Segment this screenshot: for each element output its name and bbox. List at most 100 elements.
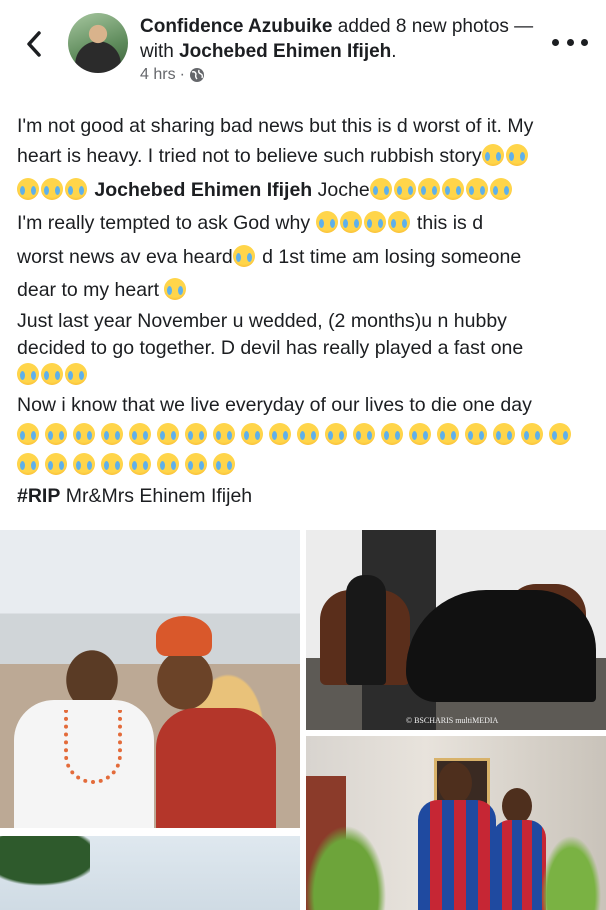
post-line: Jochebed Ehimen Ifijeh Joche xyxy=(17,174,597,208)
photo-couple-jerseys[interactable] xyxy=(306,736,606,910)
crying-emoji xyxy=(164,278,187,300)
crying-emoji xyxy=(17,423,39,445)
crying-emoji xyxy=(241,423,263,445)
tagged-person[interactable]: Jochebed Ehimen Ifijeh xyxy=(179,41,391,62)
crying-emoji xyxy=(157,423,179,445)
author-avatar[interactable] xyxy=(68,13,128,73)
crying-emoji xyxy=(381,423,403,445)
period: . xyxy=(391,41,397,62)
post-text-line: I'm not good at sharing bad news but thi… xyxy=(17,115,534,137)
more-dot-icon xyxy=(581,38,588,46)
crying-emoji xyxy=(441,177,464,200)
crying-emoji xyxy=(387,211,410,233)
post-line: worst news av eva heard d 1st time am lo… xyxy=(17,241,597,275)
crying-emoji xyxy=(185,423,207,445)
photo-detail xyxy=(64,710,122,784)
crying-emoji xyxy=(437,423,459,445)
crying-emoji xyxy=(41,177,63,200)
post-meta: 4 hrs · xyxy=(140,66,205,84)
crying-emoji xyxy=(549,423,571,445)
post-line: dear to my heart xyxy=(17,274,597,308)
crying-emoji xyxy=(409,423,431,445)
post-line: Now i know that we live everyday of our … xyxy=(17,389,597,423)
crying-emoji xyxy=(101,423,123,445)
crying-emoji xyxy=(213,453,235,475)
post-text-line: decided to go together. D devil has real… xyxy=(17,336,524,359)
crying-emoji xyxy=(17,362,39,385)
crying-emoji xyxy=(101,453,123,475)
post-line xyxy=(17,362,597,389)
post-header-text: Confidence Azubuike added 8 new photos —… xyxy=(140,14,540,64)
photo-detail xyxy=(0,836,90,910)
crying-emoji xyxy=(45,453,67,475)
crying-emoji xyxy=(185,453,207,475)
crying-emoji xyxy=(353,423,375,445)
crying-emoji xyxy=(315,211,338,233)
post-line xyxy=(17,422,597,449)
crying-emoji xyxy=(363,211,386,233)
photo-watermark: © BSCHARIS multiMEDIA xyxy=(406,716,499,725)
crying-emoji xyxy=(297,423,319,445)
photo-detail xyxy=(156,616,212,656)
crying-emoji xyxy=(465,177,488,200)
crying-emoji xyxy=(232,244,255,267)
post-text: I'm not good at sharing bad news but thi… xyxy=(17,113,597,510)
photo-grid: © BSCHARIS multiMEDIA xyxy=(0,530,606,910)
crying-emoji xyxy=(213,423,235,445)
more-dot-icon xyxy=(552,38,559,46)
photo-figure xyxy=(346,575,386,685)
post-line: Just last year November u wedded, (2 mon… xyxy=(17,308,597,335)
post-text-line: Mr&Mrs Ehinem Ifijeh xyxy=(60,484,253,507)
crying-emoji xyxy=(73,423,95,445)
crying-emoji xyxy=(65,362,87,385)
more-dot-icon xyxy=(566,38,574,46)
post-text-line: dear to my heart xyxy=(17,279,165,301)
author-name[interactable]: Confidence Azubuike xyxy=(140,16,332,37)
crying-emoji xyxy=(65,177,87,200)
meta-separator: · xyxy=(179,66,185,83)
crying-emoji xyxy=(369,177,392,200)
crying-emoji xyxy=(17,177,39,200)
photo-traditional-wedding[interactable] xyxy=(0,530,300,828)
crying-emoji xyxy=(269,423,291,445)
post-line: #RIP Mr&Mrs Ehinem Ifijeh xyxy=(17,483,597,510)
post-text-line: Joche xyxy=(312,178,370,201)
crying-emoji xyxy=(493,423,515,445)
photo-palm-trees[interactable] xyxy=(0,836,300,910)
photo-figure xyxy=(156,708,276,828)
post-line: decided to go together. D devil has real… xyxy=(17,335,597,362)
back-button[interactable] xyxy=(18,26,50,62)
crying-emoji xyxy=(17,453,39,475)
crying-emoji xyxy=(489,177,512,200)
post-text-line: worst news av eva heard xyxy=(17,245,233,268)
post-line xyxy=(17,449,597,483)
post-text-line: I'm really tempted to ask God why xyxy=(17,212,316,234)
photo-figure xyxy=(406,590,596,702)
hashtag-link[interactable]: #RIP xyxy=(17,485,60,507)
crying-emoji xyxy=(465,423,487,445)
crying-emoji xyxy=(45,423,67,445)
crying-emoji xyxy=(325,423,347,445)
crying-emoji xyxy=(505,144,528,166)
post-text-line: d 1st time am losing someone xyxy=(256,245,522,268)
crying-emoji xyxy=(157,453,179,475)
post-line: heart is heavy. I tried not to believe s… xyxy=(17,140,597,174)
crying-emoji xyxy=(129,423,151,445)
post-text-line: Just last year November u wedded, (2 mon… xyxy=(17,309,507,332)
crying-emoji xyxy=(417,177,440,200)
mention-link[interactable]: Jochebed Ehimen Ifijeh xyxy=(94,179,312,201)
crying-emoji xyxy=(129,453,151,475)
crying-emoji xyxy=(339,211,362,233)
post-header: Confidence Azubuike added 8 new photos —… xyxy=(0,0,606,100)
more-options-button[interactable] xyxy=(552,34,588,50)
photo-detail xyxy=(306,796,606,910)
post-line: I'm really tempted to ask God why this i… xyxy=(17,207,597,241)
photo-couple-armchairs[interactable]: © BSCHARIS multiMEDIA xyxy=(306,530,606,730)
post-time[interactable]: 4 hrs xyxy=(140,66,176,84)
post-text-line: Now i know that we live everyday of our … xyxy=(17,393,532,416)
crying-emoji xyxy=(41,362,63,385)
post-text-line: this is d xyxy=(411,212,484,234)
crying-emoji xyxy=(73,453,95,475)
crying-emoji xyxy=(521,423,543,445)
crying-emoji xyxy=(393,177,416,200)
